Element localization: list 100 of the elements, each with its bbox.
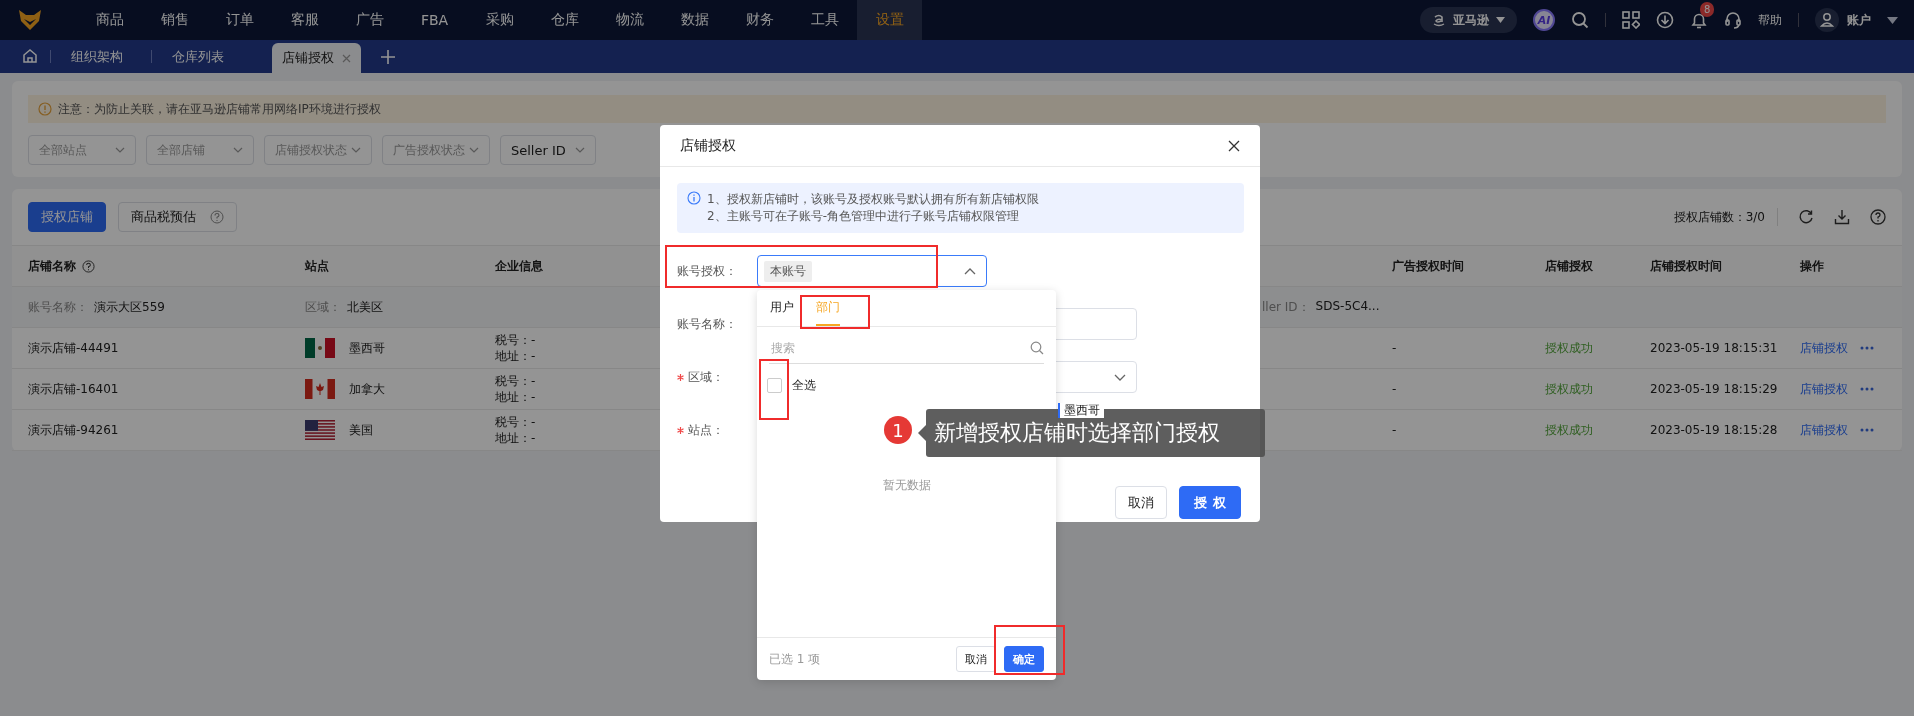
- column-header: 店铺授权时间: [1650, 257, 1722, 275]
- account-label: 账号名称：: [28, 298, 88, 316]
- tax-estimate-button[interactable]: 商品税预估: [118, 202, 237, 232]
- store-name: 演示店铺-16401: [28, 380, 119, 398]
- callout-text: 新增授权店铺时选择部门授权: [934, 419, 1220, 447]
- store-auth-link[interactable]: 店铺授权: [1800, 339, 1848, 357]
- tax-number: 税号：-: [495, 373, 536, 389]
- notice-text: 注意：为防止关联，请在亚马逊店铺常用网络IP环境进行授权: [58, 100, 381, 118]
- headset-icon[interactable]: [1724, 11, 1742, 29]
- download-icon[interactable]: [1834, 209, 1850, 225]
- user-avatar-icon[interactable]: [1815, 8, 1839, 32]
- cancel-button[interactable]: 取消: [1115, 486, 1167, 519]
- chevron-up-icon: [964, 267, 976, 275]
- column-header: 操作: [1800, 257, 1824, 275]
- site-name: 墨西哥: [349, 339, 385, 357]
- auth-status: 授权成功: [1545, 421, 1593, 439]
- field-label: 站点：: [688, 421, 724, 439]
- nav-menu-item[interactable]: 销售: [142, 0, 207, 40]
- nav-menu-item[interactable]: FBA: [402, 0, 467, 40]
- site-chip[interactable]: 墨西哥: [1058, 403, 1104, 418]
- column-header: 广告授权时间: [1392, 257, 1464, 275]
- tax-number: 税号：-: [495, 332, 536, 348]
- address: 地址：-: [495, 430, 536, 446]
- chevron-down-icon: [115, 147, 125, 153]
- chevron-down-icon: [1114, 373, 1126, 381]
- info-icon: [687, 191, 701, 205]
- tax-number: 税号：-: [495, 414, 536, 430]
- region-value: 北美区: [347, 298, 383, 316]
- address: 地址：-: [495, 389, 536, 405]
- refresh-icon[interactable]: [1798, 209, 1814, 225]
- highlight-frame: [759, 359, 789, 420]
- warning-icon: [38, 102, 52, 116]
- search-icon: [1030, 341, 1044, 355]
- flag-icon: [305, 379, 335, 399]
- auth-status: 授权成功: [1545, 380, 1593, 398]
- store-auth-link[interactable]: 店铺授权: [1800, 380, 1848, 398]
- select-all-label: 全选: [792, 377, 816, 394]
- help-link[interactable]: 帮助: [1758, 11, 1782, 29]
- field-label: 账号授权：: [677, 262, 737, 280]
- site-name: 加拿大: [349, 380, 385, 398]
- checkbox[interactable]: [767, 378, 782, 393]
- seller-id-label: ller ID：: [1262, 298, 1310, 316]
- nav-menu-item[interactable]: 商品: [77, 0, 142, 40]
- column-header: 站点: [305, 257, 329, 275]
- store-auth-link[interactable]: 店铺授权: [1800, 421, 1848, 439]
- site-name: 美国: [349, 421, 373, 439]
- nav-menu-item[interactable]: 采购: [467, 0, 532, 40]
- nav-menu-item[interactable]: 数据: [662, 0, 727, 40]
- nav-menu-item[interactable]: 仓库: [532, 0, 597, 40]
- store-count: 授权店铺数：3/0: [1673, 208, 1765, 226]
- help-icon[interactable]: [1870, 209, 1886, 225]
- dropdown-tab[interactable]: 用户: [770, 290, 794, 326]
- account-name: 演示大区559: [94, 298, 165, 316]
- nav-menu-item[interactable]: 广告: [337, 0, 402, 40]
- address: 地址：-: [495, 348, 536, 364]
- notification-badge: 8: [1700, 2, 1715, 17]
- fox-logo-icon[interactable]: [18, 9, 42, 31]
- store-name: 演示店铺-44491: [28, 339, 119, 357]
- selected-tag: 本账号: [764, 260, 812, 282]
- bell-icon[interactable]: [1690, 11, 1708, 29]
- add-tab-icon[interactable]: [381, 50, 395, 64]
- home-icon[interactable]: [22, 48, 38, 64]
- help-icon[interactable]: [82, 259, 95, 273]
- nav-menu-item[interactable]: 客服: [272, 0, 337, 40]
- search-icon[interactable]: [1571, 11, 1589, 29]
- selected-count: 已选 1 项: [769, 650, 821, 668]
- amazon-icon: [1432, 13, 1446, 27]
- flag-icon: [305, 420, 335, 440]
- page-tab[interactable]: 店铺授权: [272, 43, 361, 73]
- apps-icon[interactable]: [1622, 11, 1640, 29]
- auth-status: 授权成功: [1545, 339, 1593, 357]
- filter-select[interactable]: Seller ID: [500, 135, 596, 165]
- info-text: 2、主账号可在子账号-角色管理中进行子账号店铺权限管理: [707, 208, 1020, 225]
- authorize-button[interactable]: 授权: [1179, 486, 1241, 519]
- store-name: 演示店铺-94261: [28, 421, 119, 439]
- nav-menu-item[interactable]: 工具: [792, 0, 857, 40]
- more-icon[interactable]: [1860, 387, 1874, 391]
- confirm-button[interactable]: 确定: [1004, 646, 1044, 672]
- caret-icon[interactable]: [1887, 16, 1898, 24]
- more-icon[interactable]: [1860, 428, 1874, 432]
- ai-button[interactable]: AI: [1533, 9, 1555, 31]
- cancel-button[interactable]: 取消: [956, 646, 996, 672]
- chevron-down-icon: [351, 147, 361, 153]
- ad-auth-time: -: [1392, 382, 1397, 396]
- page-tab[interactable]: 组织架构: [51, 40, 151, 73]
- chevron-down-icon: [575, 147, 585, 153]
- column-header: 店铺名称: [28, 257, 76, 275]
- nav-menu-item[interactable]: 财务: [727, 0, 792, 40]
- more-icon[interactable]: [1860, 346, 1874, 350]
- account-menu[interactable]: 账户: [1847, 11, 1871, 29]
- nav-menu-item[interactable]: 订单: [207, 0, 272, 40]
- marketplace-selector[interactable]: 亚马逊: [1420, 7, 1517, 33]
- close-icon[interactable]: [1228, 139, 1240, 152]
- nav-menu-item[interactable]: 物流: [597, 0, 662, 40]
- page-tab[interactable]: 仓库列表: [152, 40, 252, 73]
- highlight-frame: [800, 295, 870, 329]
- authorize-store-button[interactable]: 授权店铺: [28, 202, 106, 232]
- region-label: 区域：: [305, 298, 341, 316]
- auth-time: 2023-05-19 18:15:31: [1650, 341, 1778, 355]
- chevron-down-icon: [469, 147, 479, 153]
